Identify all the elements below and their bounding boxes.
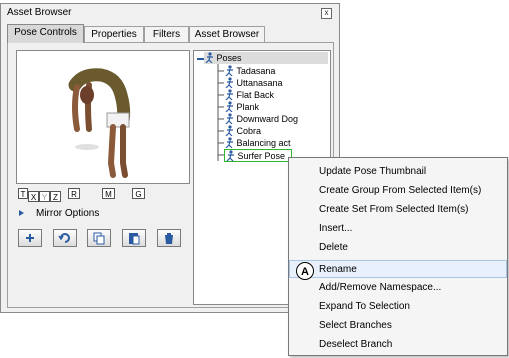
tree-item-label: Uttanasana xyxy=(236,78,283,88)
tree-root-label: Poses xyxy=(216,53,242,63)
pose-icon xyxy=(225,125,233,136)
copy-button[interactable] xyxy=(87,229,111,247)
tab-pose-controls[interactable]: Pose Controls xyxy=(7,24,84,43)
pose-icon xyxy=(225,89,233,100)
z-axis-button[interactable]: Z xyxy=(50,191,61,202)
menu-item-deselect-branch[interactable]: Deselect Branch xyxy=(289,336,507,354)
mirror-options-toggle[interactable]: Mirror Options xyxy=(19,208,99,219)
tree-item-surfer-pose-selected[interactable]: Surfer Pose xyxy=(224,149,292,162)
menu-item-expand-to-selection[interactable]: Expand To Selection xyxy=(289,298,507,316)
tree-item-label: Downward Dog xyxy=(236,114,299,124)
mirror-options-label: Mirror Options xyxy=(36,208,100,219)
tree-item-balancing-act[interactable]: Balancing act xyxy=(224,137,291,149)
tab-asset-browser[interactable]: Asset Browser xyxy=(189,26,265,42)
menu-item-label: Select Branches xyxy=(319,320,392,331)
close-button[interactable]: x xyxy=(321,8,332,19)
menu-item-add-remove-namespace[interactable]: Add/Remove Namespace... xyxy=(289,279,507,297)
menu-item-label: Deselect Branch xyxy=(319,339,393,350)
pose-icon xyxy=(226,150,234,161)
pose-group-icon xyxy=(205,52,213,63)
expand-triangle-icon xyxy=(19,210,24,216)
menu-item-label: Delete xyxy=(319,242,348,253)
trash-icon xyxy=(165,233,173,244)
menu-item-create-group[interactable]: Create Group From Selected Item(s) xyxy=(289,182,507,200)
translate-axis-button[interactable]: T xyxy=(18,188,28,199)
y-axis-button[interactable]: Y xyxy=(39,191,50,202)
menu-item-label: Expand To Selection xyxy=(319,301,410,312)
tree-item-downward-dog[interactable]: Downward Dog xyxy=(224,113,298,125)
pose-icon xyxy=(225,101,233,112)
pose-icon xyxy=(225,65,233,76)
menu-item-rename[interactable]: Rename xyxy=(289,260,507,278)
pose-icon xyxy=(225,77,233,88)
tree-item-label: Plank xyxy=(236,102,260,112)
x-axis-button[interactable]: X xyxy=(28,191,39,202)
menu-item-label: Add/Remove Namespace... xyxy=(319,282,442,293)
menu-item-create-set[interactable]: Create Set From Selected Item(s) xyxy=(289,201,507,219)
tree-root-poses[interactable]: Poses xyxy=(204,52,328,64)
window-title: Asset Browser xyxy=(7,7,72,18)
context-menu: Update Pose Thumbnail Create Group From … xyxy=(288,157,508,356)
mirror-m-button[interactable]: M xyxy=(102,188,115,199)
rotate-axis-button[interactable]: R xyxy=(68,188,80,199)
paste-button[interactable] xyxy=(122,229,146,247)
pose-figure-image xyxy=(68,68,131,178)
menu-item-delete[interactable]: Delete xyxy=(289,239,507,257)
tree-item-label: Tadasana xyxy=(236,66,276,76)
menu-item-label: Insert... xyxy=(319,223,353,234)
menu-item-update-pose-thumbnail[interactable]: Update Pose Thumbnail xyxy=(289,163,507,181)
tree-item-label: Flat Back xyxy=(236,90,275,100)
copy-icon xyxy=(93,232,105,245)
tree-item-label: Balancing act xyxy=(236,138,291,148)
pose-icon xyxy=(225,113,233,124)
title-bar: Asset Browser x xyxy=(1,4,339,21)
tree-item-cobra[interactable]: Cobra xyxy=(224,125,261,137)
pose-controls-body: T X Y Z R M G Mirror Options Poses Tadas… xyxy=(7,42,334,308)
tab-filters[interactable]: Filters xyxy=(144,26,189,42)
tree-item-label: Surfer Pose xyxy=(237,151,286,161)
refresh-button[interactable] xyxy=(53,229,77,247)
paste-icon xyxy=(129,233,140,245)
global-g-button[interactable]: G xyxy=(132,188,145,199)
menu-item-label: Create Set From Selected Item(s) xyxy=(319,204,469,215)
menu-item-select-branches[interactable]: Select Branches xyxy=(289,317,507,335)
delete-button[interactable] xyxy=(157,229,181,247)
refresh-icon xyxy=(58,233,70,243)
pose-icon xyxy=(225,137,233,148)
callout-a-marker: A xyxy=(296,262,314,280)
add-icon xyxy=(26,234,34,242)
pose-preview-viewport xyxy=(16,50,190,184)
menu-item-label: Create Group From Selected Item(s) xyxy=(319,185,482,196)
menu-item-insert[interactable]: Insert... xyxy=(289,220,507,238)
menu-item-label: Update Pose Thumbnail xyxy=(319,166,427,177)
menu-item-label: Rename xyxy=(319,264,357,275)
tree-item-label: Cobra xyxy=(236,126,262,136)
tree-item-tadasana[interactable]: Tadasana xyxy=(224,65,275,77)
tree-item-uttanasana[interactable]: Uttanasana xyxy=(224,77,283,89)
tree-item-plank[interactable]: Plank xyxy=(224,101,259,113)
add-pose-button[interactable] xyxy=(18,229,42,247)
tab-properties[interactable]: Properties xyxy=(84,26,144,42)
tree-item-flat-back[interactable]: Flat Back xyxy=(224,89,274,101)
